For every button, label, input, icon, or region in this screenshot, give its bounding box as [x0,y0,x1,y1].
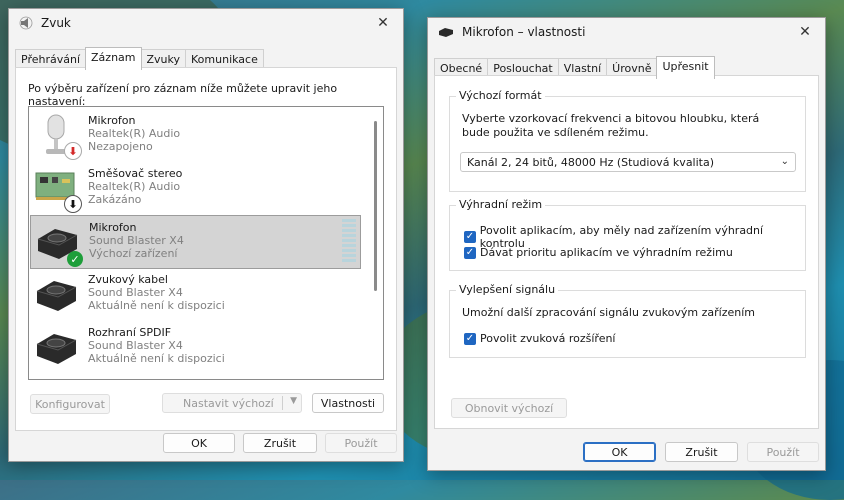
recording-panel: Po výběru zařízení pro záznam níže můžet… [15,67,397,431]
tab-recording[interactable]: Záznam [85,47,142,70]
cancel-button[interactable]: Zrušit [665,442,738,462]
apply-button[interactable]: Použít [747,442,819,462]
chevron-down-icon: ⌄ [780,156,789,167]
audio-enhancements-checkbox[interactable]: ✓ Povolit zvuková rozšíření [464,332,616,345]
device-driver: Sound Blaster X4 [89,234,184,247]
sound-window: Zvuk ✕ Přehrávání Záznam Zvuky Komunikac… [8,8,404,462]
properties-button[interactable]: Vlastnosti [312,393,384,413]
device-list-scrollbar[interactable] [374,121,377,291]
sound-blaster-icon [34,324,80,370]
apply-button[interactable]: Použít [325,433,397,453]
sound-blaster-icon: ✓ [35,219,83,267]
device-status: Aktuálně není k dispozici [88,352,225,365]
speaker-icon [19,16,33,30]
exclusive-mode-group: Výhradní režim ✓ Povolit aplikacím, aby … [449,198,806,271]
exclusive-mode-title: Výhradní režim [456,198,546,211]
default-format-title: Výchozí formát [456,89,545,102]
device-list: ⬇ Mikrofon Realtek(R) Audio Nezapojeno ⬇… [28,106,384,380]
device-status: Výchozí zařízení [89,247,178,260]
device-name: Mikrofon [88,114,136,127]
device-name: Zvukový kabel [88,273,168,286]
sound-window-titlebar: Zvuk ✕ [9,9,403,37]
device-status: Aktuálně není k dispozici [88,299,225,312]
default-format-description: Vyberte vzorkovací frekvenci a bitovou h… [462,112,760,139]
checkbox-checked-icon: ✓ [464,231,476,243]
device-name: Směšovač stereo [88,167,183,180]
device-driver: Sound Blaster X4 [88,339,183,352]
microphone-icon: ⬇ [34,112,82,160]
set-default-label: Nastavit výchozí [183,396,274,410]
default-format-group: Výchozí formát Vyberte vzorkovací frekve… [449,89,806,192]
close-icon[interactable]: ✕ [795,22,815,42]
exclusive-priority-label: Dávat prioritu aplikacím ve výhradním re… [480,246,733,259]
default-format-select[interactable]: Kanál 2, 24 bitů, 48000 Hz (Studiová kva… [460,152,796,172]
instruction-text: Po výběru zařízení pro záznam níže můžet… [28,82,338,108]
default-check-icon: ✓ [67,251,83,267]
restore-defaults-button[interactable]: Obnovit výchozí [451,398,567,418]
device-name: Mikrofon [89,221,137,234]
audio-enhancements-label: Povolit zvuková rozšíření [480,332,616,345]
list-item[interactable]: ✓ Mikrofon Sound Blaster X4 Výchozí zaří… [30,215,361,269]
set-default-separator [282,396,283,410]
signal-enhancement-description: Umožní další zpracování signálu zvukovým… [462,306,756,319]
unplugged-badge-icon: ⬇ [64,142,82,160]
set-default-button[interactable]: Nastavit výchozí ▼ [162,393,302,413]
cancel-button[interactable]: Zrušit [243,433,317,453]
configure-button[interactable]: Konfigurovat [30,394,110,414]
ok-button[interactable]: OK [163,433,235,453]
signal-enhancement-group: Vylepšení signálu Umožní další zpracován… [449,283,806,358]
ok-button[interactable]: OK [583,442,656,462]
signal-enhancement-title: Vylepšení signálu [456,283,559,296]
close-icon[interactable]: ✕ [373,13,393,33]
level-meter [342,219,356,263]
exclusive-priority-checkbox[interactable]: ✓ Dávat prioritu aplikacím ve výhradním … [464,246,733,259]
checkbox-checked-icon: ✓ [464,246,476,259]
disabled-badge-icon: ⬇ [64,195,82,213]
device-status: Nezapojeno [88,140,153,153]
device-driver: Realtek(R) Audio [88,180,181,193]
default-format-value: Kanál 2, 24 bitů, 48000 Hz (Studiová kva… [467,155,715,169]
list-item[interactable]: ⬇ Směšovač stereo Realtek(R) Audio Zakáz… [30,162,361,214]
sound-card-icon: ⬇ [34,165,82,213]
tab-advanced[interactable]: Upřesnit [656,56,715,79]
device-name: Rozhraní SPDIF [88,326,172,339]
properties-window: Mikrofon – vlastnosti ✕ Obecné Posloucha… [427,17,826,471]
device-driver: Sound Blaster X4 [88,286,183,299]
sound-window-title: Zvuk [41,16,71,30]
chevron-down-icon[interactable]: ▼ [290,396,297,406]
properties-window-titlebar: Mikrofon – vlastnosti ✕ [428,18,825,46]
list-item[interactable]: Rozhraní SPDIF Sound Blaster X4 Aktuálně… [30,321,361,373]
properties-window-title: Mikrofon – vlastnosti [462,25,586,39]
list-item[interactable]: Zvukový kabel Sound Blaster X4 Aktuálně … [30,268,361,320]
list-item[interactable]: ⬇ Mikrofon Realtek(R) Audio Nezapojeno [30,109,361,161]
checkbox-checked-icon: ✓ [464,332,476,345]
device-driver: Realtek(R) Audio [88,127,181,140]
advanced-panel: Výchozí formát Vyberte vzorkovací frekve… [434,75,819,429]
sound-blaster-small-icon [438,26,454,38]
device-status: Zakázáno [88,193,142,206]
sound-blaster-icon [34,271,80,317]
